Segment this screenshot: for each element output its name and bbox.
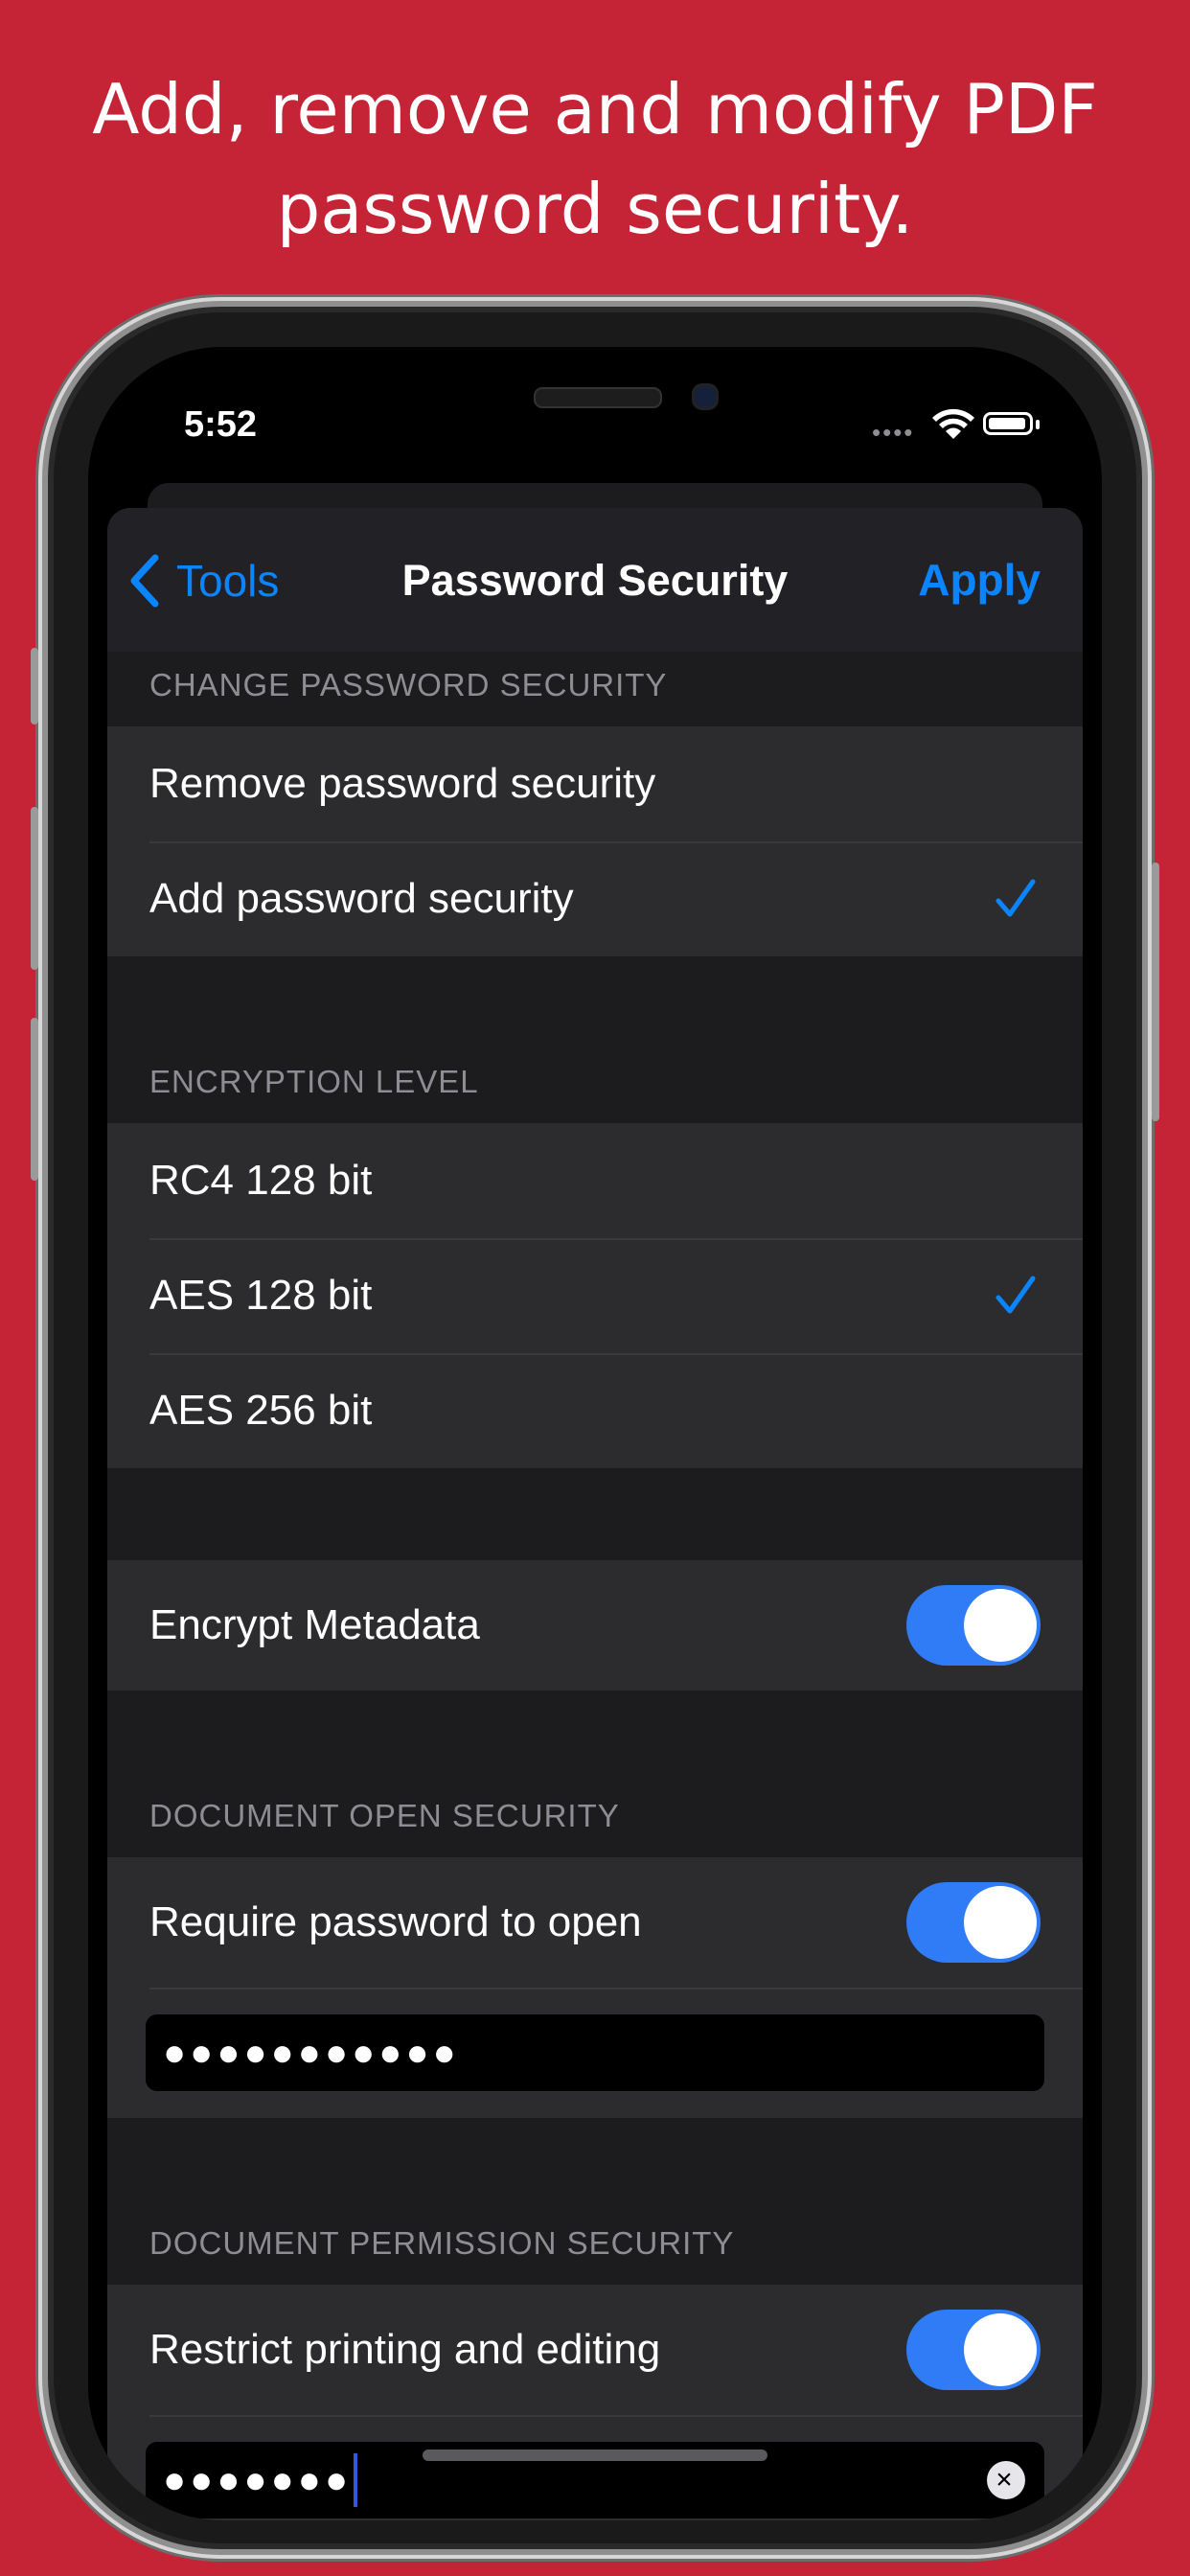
speaker-grille — [534, 387, 662, 408]
power-button — [1152, 862, 1159, 1121]
volume-up-button — [31, 807, 38, 970]
silent-switch — [31, 648, 38, 724]
open-password-field[interactable]: ●●●●●●●●●●● — [146, 2014, 1044, 2091]
back-button-label: Tools — [176, 556, 280, 606]
metadata-group: Encrypt Metadata — [107, 1560, 1083, 1690]
clear-icon[interactable]: × — [987, 2461, 1025, 2499]
checkmark-icon — [995, 1276, 1036, 1314]
restrict-printing-row: Restrict printing and editing — [107, 2285, 1083, 2415]
phone-screen: 5:52 •••• Tools Password Security Apply … — [88, 347, 1102, 2520]
encryption-options-group: RC4 128 bit AES 128 bit AES 256 bit — [107, 1123, 1083, 1468]
section-header-change: CHANGE PASSWORD SECURITY — [149, 667, 668, 702]
restrict-printing-toggle[interactable] — [906, 2310, 1041, 2390]
toggle-knob — [964, 2313, 1037, 2386]
marketing-headline: Add, remove and modify PDF password secu… — [0, 59, 1190, 259]
battery-icon — [983, 412, 1033, 435]
chevron-left-icon — [130, 554, 159, 608]
option-label: AES 128 bit — [149, 1272, 373, 1319]
open-password-value: ●●●●●●●●●●● — [163, 2031, 460, 2074]
option-aes-128[interactable]: AES 128 bit — [107, 1238, 1083, 1353]
settings-list: CHANGE PASSWORD SECURITY Remove password… — [107, 652, 1083, 2520]
option-label: RC4 128 bit — [149, 1157, 373, 1204]
encrypt-metadata-toggle[interactable] — [906, 1585, 1041, 1666]
toggle-knob — [964, 1589, 1037, 1662]
home-indicator — [423, 2450, 767, 2461]
require-password-toggle[interactable] — [906, 1882, 1041, 1963]
section-header-permission: DOCUMENT PERMISSION SECURITY — [149, 2225, 735, 2261]
wifi-icon — [932, 408, 974, 439]
encrypt-metadata-label: Encrypt Metadata — [149, 1601, 480, 1648]
text-caret — [354, 2453, 358, 2507]
headline-line-2: password security. — [276, 169, 914, 249]
option-rc4-128[interactable]: RC4 128 bit — [107, 1123, 1083, 1238]
option-aes-256[interactable]: AES 256 bit — [107, 1353, 1083, 1468]
encrypt-metadata-row: Encrypt Metadata — [107, 1560, 1083, 1690]
option-add-password[interactable]: Add password security — [107, 841, 1083, 956]
option-label: Remove password security — [149, 760, 656, 807]
front-camera — [692, 383, 719, 410]
restrict-printing-label: Restrict printing and editing — [149, 2326, 661, 2373]
option-remove-password[interactable]: Remove password security — [107, 726, 1083, 841]
signal-icon: •••• — [872, 418, 915, 447]
toggle-knob — [964, 1886, 1037, 1959]
password-security-sheet: Tools Password Security Apply CHANGE PAS… — [107, 508, 1083, 2520]
permission-password-value: ●●●●●●● — [163, 2458, 353, 2501]
apply-button[interactable]: Apply — [918, 554, 1041, 606]
battery-cap — [1036, 420, 1040, 429]
require-password-label: Require password to open — [149, 1898, 642, 1945]
checkmark-icon — [995, 879, 1036, 917]
permission-password-row: ●●●●●●● × — [107, 2415, 1083, 2520]
open-security-group: Require password to open ●●●●●●●●●●● — [107, 1857, 1083, 2118]
navigation-bar: Tools Password Security Apply — [107, 508, 1083, 652]
option-label: Add password security — [149, 875, 574, 922]
permission-security-group: Restrict printing and editing ●●●●●●● × — [107, 2285, 1083, 2520]
section-header-encryption: ENCRYPTION LEVEL — [149, 1064, 479, 1099]
open-password-row: ●●●●●●●●●●● — [107, 1988, 1083, 2118]
back-button[interactable]: Tools — [128, 554, 279, 608]
option-label: AES 256 bit — [149, 1387, 373, 1434]
headline-line-1: Add, remove and modify PDF — [92, 69, 1098, 150]
section-header-open: DOCUMENT OPEN SECURITY — [149, 1798, 620, 1833]
status-time: 5:52 — [184, 404, 258, 445]
volume-down-button — [31, 1018, 38, 1181]
require-password-row: Require password to open — [107, 1857, 1083, 1988]
change-options-group: Remove password security Add password se… — [107, 726, 1083, 956]
